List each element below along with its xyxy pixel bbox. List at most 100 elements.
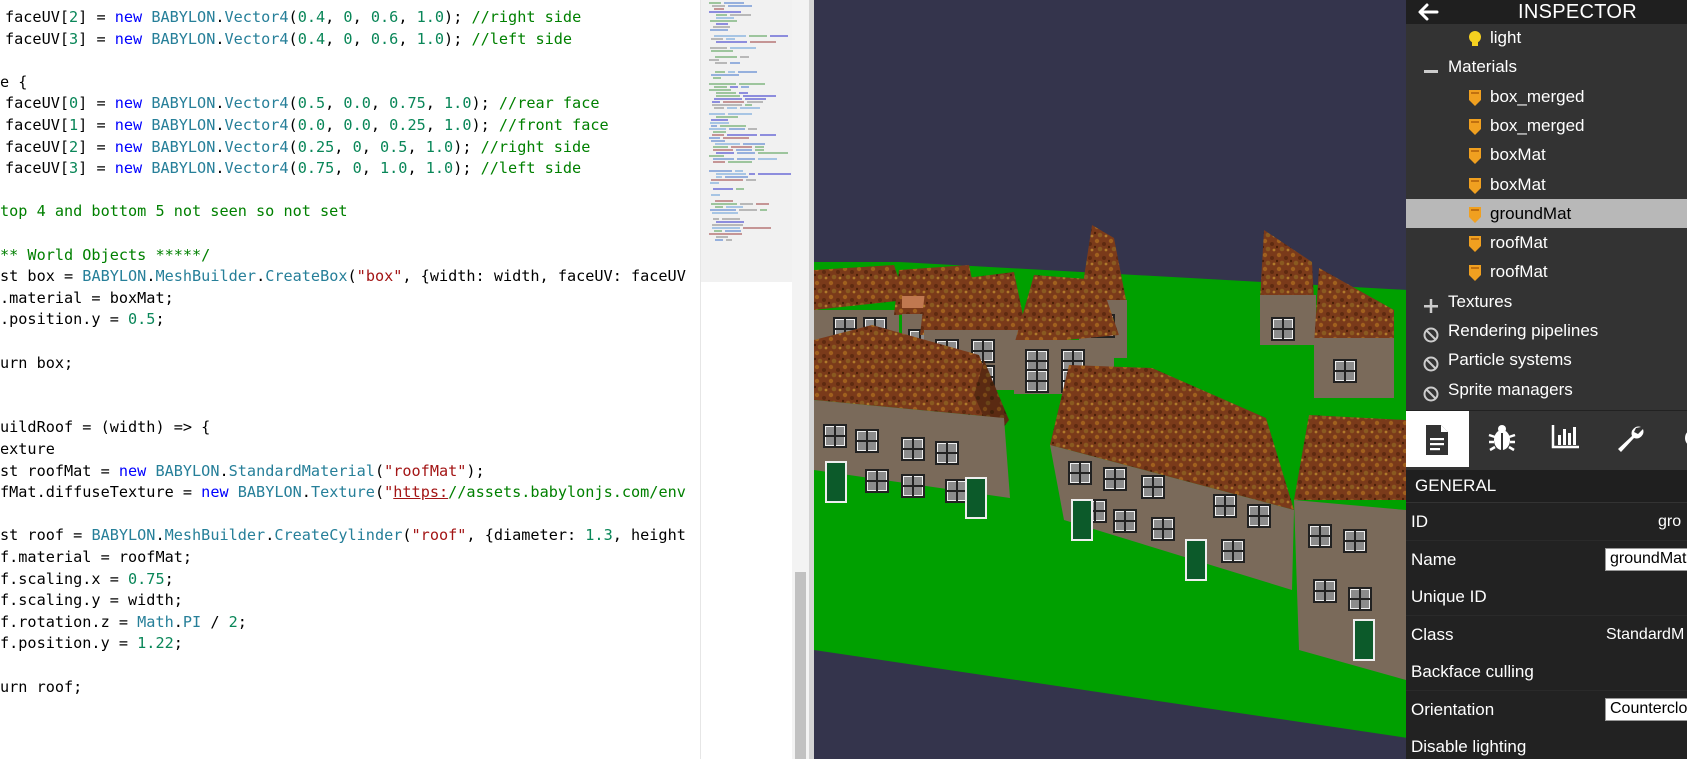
code-line[interactable]: e { <box>0 72 27 92</box>
tree-item[interactable]: box_merged <box>1406 82 1687 111</box>
code-line[interactable]: urn box; <box>0 353 73 373</box>
property-label: Backface culling <box>1411 662 1534 681</box>
minimap-line <box>740 107 760 109</box>
code-editor[interactable]: faceUV[2] = new BABYLON.Vector4(0.4, 0, … <box>0 0 700 759</box>
minimap-line <box>737 152 755 154</box>
tree-item[interactable]: boxMat <box>1406 140 1687 169</box>
code-line[interactable]: urn roof; <box>0 677 82 697</box>
minimap-line <box>712 224 743 226</box>
editor-scrollbar[interactable] <box>792 0 809 759</box>
property-value: gro <box>1658 513 1682 530</box>
tree-item[interactable]: roofMat <box>1406 257 1687 286</box>
code-line[interactable]: faceUV[2] = new BABYLON.Vector4(0.4, 0, … <box>5 7 581 27</box>
tab-tools[interactable] <box>1598 411 1661 467</box>
minimap-line <box>709 89 731 91</box>
code-line[interactable]: fMat.diffuseTexture = new BABYLON.Textur… <box>0 482 686 502</box>
code-line[interactable]: faceUV[3] = new BABYLON.Vector4(0.75, 0,… <box>5 158 581 178</box>
property-row: Name <box>1406 540 1687 579</box>
tree-item[interactable]: Rendering pipelines <box>1406 316 1687 345</box>
minimap-line <box>746 179 756 181</box>
tab-settings[interactable] <box>1662 411 1687 467</box>
minimap-line <box>711 140 725 142</box>
code-line[interactable]: .material = boxMat; <box>0 288 174 308</box>
code-line[interactable]: faceUV[1] = new BABYLON.Vector4(0.0, 0.0… <box>5 115 609 135</box>
minimap-line <box>758 152 788 154</box>
tree-item[interactable]: Materials <box>1406 52 1687 81</box>
code-line[interactable]: faceUV[2] = new BABYLON.Vector4(0.25, 0,… <box>5 137 590 157</box>
code-line[interactable]: top 4 and bottom 5 not seen so not set <box>0 201 347 221</box>
code-line[interactable]: .position.y = 0.5; <box>0 309 165 329</box>
minimap-line <box>709 113 725 115</box>
tab-statistics[interactable] <box>1534 411 1597 467</box>
tab-properties[interactable] <box>1406 411 1469 467</box>
tree-item[interactable]: roofMat <box>1406 228 1687 257</box>
code-line[interactable]: faceUV[0] = new BABYLON.Vector4(0.5, 0.0… <box>5 93 600 113</box>
minimap-line <box>728 113 752 115</box>
property-label: Orientation <box>1411 699 1495 719</box>
code-line[interactable]: uildRoof = (width) => { <box>0 417 210 437</box>
minimap-line <box>726 206 743 208</box>
code-minimap[interactable] <box>700 0 793 759</box>
minimap-line <box>716 176 722 178</box>
minimap-line <box>716 173 746 175</box>
minimap-line <box>770 35 788 37</box>
document-icon <box>1423 423 1451 462</box>
minimap-line <box>715 56 737 58</box>
tab-debug[interactable] <box>1470 411 1533 467</box>
minimap-line <box>713 161 725 163</box>
orientation-input[interactable] <box>1605 697 1687 721</box>
minimap-line <box>715 200 733 202</box>
tree-item[interactable]: Sprite managers <box>1406 375 1687 404</box>
minimap-line <box>715 239 723 241</box>
minimap-line <box>756 203 769 205</box>
code-line[interactable]: ** World Objects *****/ <box>0 245 210 265</box>
minimap-line <box>712 104 742 106</box>
minimap-line <box>710 29 728 31</box>
minimap-line <box>715 71 725 73</box>
minimap-line <box>709 155 724 157</box>
code-line[interactable]: st roof = BABYLON.MeshBuilder.CreateCyli… <box>0 525 686 545</box>
code-line[interactable]: f.rotation.z = Math.PI / 2; <box>0 612 247 632</box>
minimap-line <box>712 227 740 229</box>
general-section-header[interactable]: GENERAL <box>1406 470 1687 502</box>
minimap-line <box>720 125 746 127</box>
code-line[interactable]: st roofMat = new BABYLON.StandardMateria… <box>0 461 485 481</box>
tree-item-label: light <box>1490 28 1522 47</box>
minimap-line <box>716 23 728 25</box>
tree-item[interactable]: Textures <box>1406 287 1687 316</box>
back-arrow-icon[interactable] <box>1416 1 1440 23</box>
tree-item[interactable]: Particle systems <box>1406 345 1687 374</box>
tree-item-label: box_merged <box>1490 115 1585 135</box>
tree-item[interactable]: boxMat <box>1406 170 1687 199</box>
tree-item[interactable]: box_merged <box>1406 111 1687 140</box>
minimap-line <box>716 221 744 223</box>
minimap-line <box>758 158 777 160</box>
code-line[interactable]: f.scaling.y = width; <box>0 590 183 610</box>
code-line[interactable]: f.material = roofMat; <box>0 547 192 567</box>
minimap-line <box>716 14 727 16</box>
minimap-line <box>711 203 737 205</box>
editor-scrollbar-thumb[interactable] <box>795 572 806 759</box>
minimap-line <box>740 56 749 58</box>
code-line[interactable]: f.position.y = 1.22; <box>0 633 183 653</box>
minimap-line <box>755 146 764 148</box>
tree-item-label: Materials <box>1448 57 1517 77</box>
tree-item[interactable]: light <box>1406 23 1687 52</box>
name-input[interactable] <box>1605 547 1687 571</box>
minimap-line <box>735 170 743 172</box>
minimap-line <box>712 5 725 7</box>
minimap-line <box>730 86 738 88</box>
minimap-line <box>713 149 733 151</box>
property-row: Backface culling <box>1406 653 1687 691</box>
minimap-line <box>748 128 757 130</box>
minimap-line <box>711 74 739 76</box>
tree-item[interactable]: groundMat <box>1406 198 1687 228</box>
code-line[interactable]: faceUV[3] = new BABYLON.Vector4(0.4, 0, … <box>5 29 572 49</box>
code-line[interactable]: st box = BABYLON.MeshBuilder.CreateBox("… <box>0 266 686 286</box>
minimap-line <box>713 131 726 133</box>
code-line[interactable]: f.scaling.x = 0.75; <box>0 569 174 589</box>
minimap-line <box>713 146 728 148</box>
code-line[interactable]: exture <box>0 439 55 459</box>
render-canvas[interactable] <box>814 0 1406 759</box>
minimap-line <box>726 38 735 40</box>
